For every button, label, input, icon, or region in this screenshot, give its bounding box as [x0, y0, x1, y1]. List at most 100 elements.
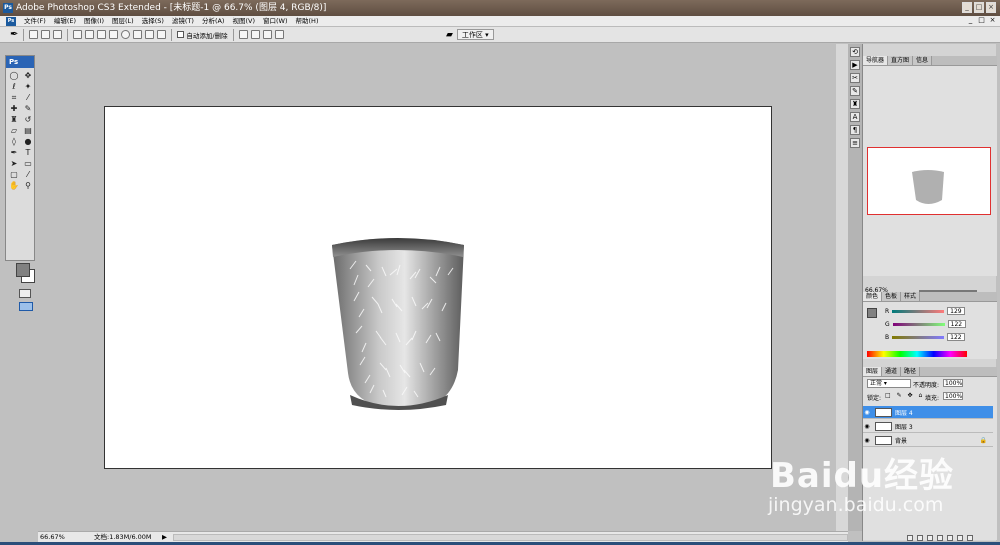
tab-navigator[interactable]: 导航器 [863, 56, 889, 65]
dodge-tool-icon[interactable]: ● [22, 137, 34, 147]
visibility-eye-icon[interactable]: ◉ [863, 423, 871, 430]
paths-button[interactable] [41, 30, 51, 39]
visibility-eye-icon[interactable]: ◉ [863, 437, 871, 444]
shape-layers-button[interactable] [29, 30, 39, 39]
menu-image[interactable]: 图像(I) [80, 16, 108, 27]
type-tool-icon[interactable]: T [22, 148, 34, 158]
tab-layers[interactable]: 图层 [863, 367, 883, 376]
shape-tool-icon[interactable]: ▭ [22, 159, 34, 169]
layer-row-3[interactable]: ◉ 图层 3 [863, 420, 993, 433]
doc-restore-button[interactable]: □ [977, 16, 986, 25]
eyedropper-tool-icon[interactable]: ⁄ [22, 170, 34, 180]
blue-slider[interactable] [892, 335, 945, 339]
pen-tool-icon[interactable]: ✒ [8, 148, 20, 158]
menu-window[interactable]: 窗口(W) [259, 16, 292, 27]
green-slider[interactable] [892, 322, 945, 326]
hand-tool-icon[interactable]: ✋ [8, 181, 20, 191]
crop-tool-icon[interactable]: ⌗ [8, 93, 20, 103]
green-value[interactable]: 122 [947, 320, 966, 328]
red-slider[interactable] [892, 309, 945, 313]
opacity-input[interactable]: 100% [943, 379, 963, 387]
new-group-icon[interactable] [947, 535, 953, 541]
clone-stamp-tool-icon[interactable]: ♜ [8, 115, 20, 125]
polygon-icon[interactable] [133, 30, 143, 39]
rounded-rectangle-icon[interactable] [109, 30, 119, 39]
tab-histogram[interactable]: 直方图 [888, 56, 914, 65]
blue-value[interactable]: 122 [947, 333, 966, 341]
path-combine-exclude-icon[interactable] [274, 30, 284, 39]
gradient-tool-icon[interactable]: ▤ [22, 126, 34, 136]
restore-button[interactable]: □ [974, 2, 984, 13]
visibility-eye-icon[interactable]: ◉ [863, 409, 871, 416]
path-combine-subtract-icon[interactable] [250, 30, 260, 39]
path-combine-intersect-icon[interactable] [262, 30, 272, 39]
tab-swatches[interactable]: 色板 [882, 292, 902, 301]
menu-filter[interactable]: 滤镜(T) [168, 16, 198, 27]
line-icon[interactable] [145, 30, 155, 39]
menu-layer[interactable]: 图层(L) [108, 16, 138, 27]
menu-select[interactable]: 选择(S) [138, 16, 168, 27]
screen-mode-button[interactable] [19, 302, 33, 311]
auto-add-delete-checkbox[interactable]: 自动添加/删除 [177, 30, 228, 40]
canvas[interactable] [104, 106, 772, 469]
dock-history-icon[interactable]: ⟲ [850, 47, 860, 57]
delete-layer-icon[interactable] [967, 535, 973, 541]
move-tool-icon[interactable]: ✥ [22, 71, 34, 81]
notes-tool-icon[interactable]: ▢ [8, 170, 20, 180]
foreground-color-swatch[interactable] [16, 263, 30, 277]
brush-preset-icon[interactable]: ▰ [446, 30, 453, 40]
layer-mask-icon[interactable] [927, 535, 933, 541]
tab-channels[interactable]: 通道 [882, 367, 902, 376]
dock-clone-source-icon[interactable]: ♜ [850, 99, 860, 109]
lasso-tool-icon[interactable]: ℓ [8, 82, 20, 92]
healing-brush-tool-icon[interactable]: ✚ [8, 104, 20, 114]
layer-row-background[interactable]: ◉ 背景 🔒 [863, 434, 993, 447]
horizontal-scrollbar[interactable] [173, 534, 848, 541]
path-selection-tool-icon[interactable]: ➤ [8, 159, 20, 169]
fill-pixels-button[interactable] [53, 30, 63, 39]
marquee-tool-icon[interactable]: ◯ [8, 71, 20, 81]
doc-minimize-button[interactable]: _ [966, 16, 975, 25]
history-brush-tool-icon[interactable]: ↺ [22, 115, 34, 125]
blend-mode-select[interactable]: 正常 ▾ [867, 379, 911, 388]
menu-view[interactable]: 视图(V) [228, 16, 259, 27]
eraser-tool-icon[interactable]: ▱ [8, 126, 20, 136]
quick-mask-button[interactable] [19, 289, 31, 298]
link-layers-icon[interactable] [907, 535, 913, 541]
fill-input[interactable]: 100% [943, 392, 963, 400]
lock-icons[interactable]: □ ✎ ✥ ⌂ [885, 392, 924, 399]
brush-tool-icon[interactable]: ✎ [22, 104, 34, 114]
color-swatch[interactable] [867, 308, 877, 318]
dock-layer-comps-icon[interactable]: ≡ [850, 138, 860, 148]
adjustment-layer-icon[interactable] [937, 535, 943, 541]
magic-wand-tool-icon[interactable]: ✦ [22, 82, 34, 92]
dock-character-icon[interactable]: A [850, 112, 860, 122]
color-spectrum[interactable] [867, 351, 967, 357]
menu-help[interactable]: 帮助(H) [292, 16, 323, 27]
custom-shape-icon[interactable] [157, 30, 167, 39]
workspace-button[interactable]: 工作区 ▾ [456, 29, 494, 40]
pen-tool-icon[interactable]: ✒ [10, 29, 18, 40]
freeform-pen-icon[interactable] [85, 30, 95, 39]
new-layer-icon[interactable] [957, 535, 963, 541]
menu-edit[interactable]: 编辑(E) [50, 16, 80, 27]
red-value[interactable]: 129 [947, 307, 966, 315]
dock-paragraph-icon[interactable]: ¶ [850, 125, 860, 135]
dock-tool-presets-icon[interactable]: ✂ [850, 73, 860, 83]
layer-row-4[interactable]: ◉ 图层 4 [863, 406, 993, 419]
ps-menu-icon[interactable]: Ps [6, 16, 16, 26]
minimize-button[interactable]: _ [962, 2, 972, 13]
path-combine-add-icon[interactable] [238, 30, 248, 39]
tab-info[interactable]: 信息 [913, 56, 933, 65]
tab-styles[interactable]: 样式 [901, 292, 921, 301]
tab-paths[interactable]: 路径 [901, 367, 921, 376]
doc-close-button[interactable]: × [988, 16, 997, 25]
dock-brushes-icon[interactable]: ✎ [850, 86, 860, 96]
menu-analysis[interactable]: 分析(A) [198, 16, 229, 27]
zoom-tool-icon[interactable]: ⚲ [22, 181, 34, 191]
ellipse-icon[interactable] [121, 30, 131, 39]
tab-color[interactable]: 颜色 [863, 292, 883, 301]
menu-file[interactable]: 文件(F) [20, 16, 50, 27]
layer-style-icon[interactable] [917, 535, 923, 541]
dock-actions-icon[interactable]: ▶ [850, 60, 860, 70]
